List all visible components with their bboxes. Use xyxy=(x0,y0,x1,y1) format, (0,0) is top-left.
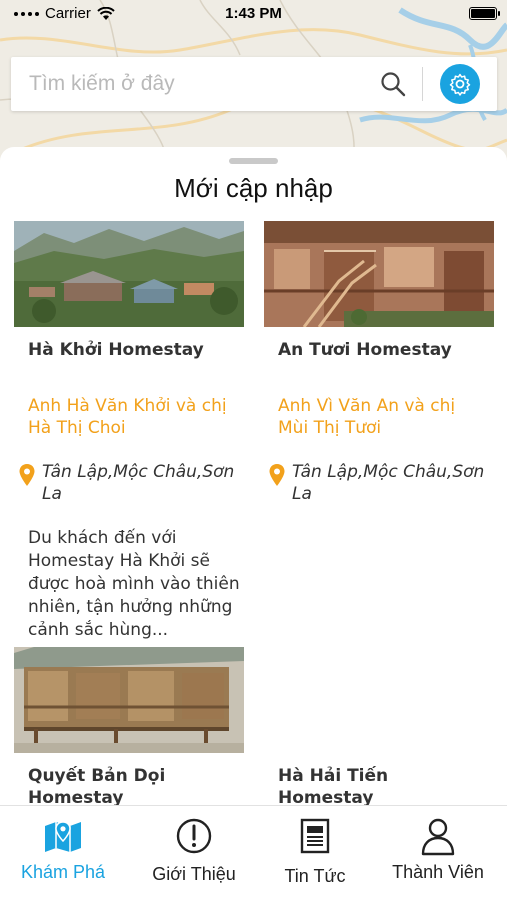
status-bar: Carrier 1:43 PM xyxy=(0,0,507,28)
homestay-card[interactable]: Quyết Bản Dọi Homestay xyxy=(14,647,244,807)
sheet-drag-handle[interactable] xyxy=(229,158,278,164)
tab-thanh-vien[interactable]: Thành Viên xyxy=(375,806,501,900)
homestay-name[interactable]: Quyết Bản Dọi Homestay xyxy=(28,765,238,807)
homestay-location: Tân Lập,Mộc Châu,Sơn La xyxy=(18,461,244,509)
homestay-location: Tân Lập,Mộc Châu,Sơn La xyxy=(268,461,494,509)
homestay-owner: Anh Vì Văn An và chị Mùi Thị Tươi xyxy=(278,396,456,438)
info-circle-icon xyxy=(176,818,212,854)
user-icon xyxy=(421,818,455,856)
homestay-photo xyxy=(14,221,244,327)
homestay-owner: Anh Hà Văn Khởi và chị Hà Thị Choi xyxy=(28,396,227,438)
location-text: Tân Lập,Mộc Châu,Sơn La xyxy=(292,462,485,504)
tab-gioi-thieu[interactable]: Giới Thiệu xyxy=(131,806,257,900)
location-pin-icon xyxy=(269,464,285,486)
results-sheet[interactable]: Mới cập nhập Hà Khởi Homestay Anh Hà Văn… xyxy=(0,147,507,807)
homestay-description: Du khách đến với Homestay Hà Khởi sẽ đượ… xyxy=(28,528,240,640)
location-text: Tân Lập,Mộc Châu,Sơn La xyxy=(42,462,235,504)
search-divider xyxy=(422,67,423,101)
homestay-photo-placeholder xyxy=(264,647,494,753)
homestay-card[interactable]: An Tươi Homestay Anh Vì Văn An và chị Mù… xyxy=(264,221,494,521)
tab-kham-pha[interactable]: Khám Phá xyxy=(0,806,126,900)
homestay-card[interactable]: Hà Khởi Homestay Anh Hà Văn Khởi và chị … xyxy=(14,221,244,641)
tab-label: Tin Tức xyxy=(284,866,346,886)
clock: 1:43 PM xyxy=(225,5,282,22)
newspaper-icon xyxy=(300,818,330,854)
search-bar xyxy=(11,57,497,111)
tab-tin-tuc[interactable]: Tin Tức xyxy=(252,806,378,900)
homestay-photo xyxy=(264,221,494,327)
tab-label: Thành Viên xyxy=(392,862,484,882)
tab-bar: Khám Phá Giới Thiệu Tin Tức Thành Viên xyxy=(0,805,507,900)
sheet-title: Mới cập nhập xyxy=(174,173,333,203)
homestay-name[interactable]: Hà Khởi Homestay xyxy=(28,339,238,361)
map-icon xyxy=(45,821,81,852)
search-input[interactable] xyxy=(29,57,369,111)
gear-icon xyxy=(449,73,471,96)
homestay-card[interactable]: Hà Hải Tiến Homestay xyxy=(264,647,494,807)
search-icon[interactable] xyxy=(379,70,407,98)
homestay-name[interactable]: An Tươi Homestay xyxy=(278,339,488,361)
battery-icon xyxy=(469,7,500,20)
location-pin-icon xyxy=(19,464,35,486)
tab-label: Khám Phá xyxy=(20,862,106,882)
settings-button[interactable] xyxy=(440,64,480,104)
tab-label: Giới Thiệu xyxy=(152,864,236,884)
homestay-photo xyxy=(14,647,244,753)
homestay-name[interactable]: Hà Hải Tiến Homestay xyxy=(278,765,488,807)
